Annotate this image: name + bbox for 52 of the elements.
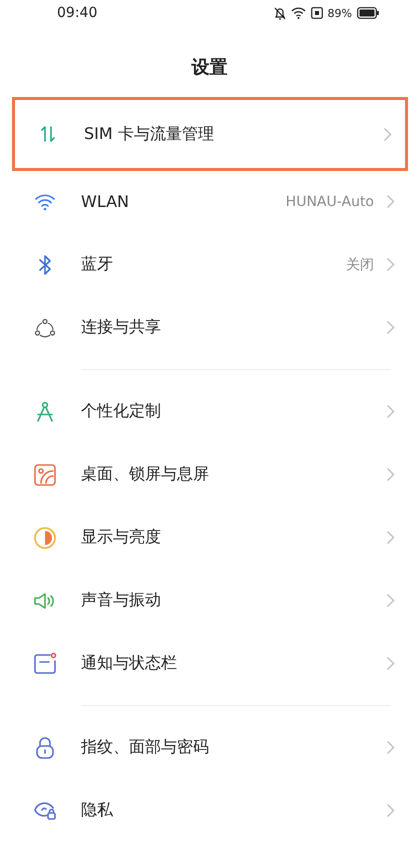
row-label: 连接与共享 bbox=[81, 317, 162, 338]
settings-row[interactable]: 隐私 bbox=[0, 779, 419, 842]
row-value: HUNAU-Auto bbox=[286, 194, 374, 210]
settings-row[interactable]: 桌面、锁屏与息屏 bbox=[0, 443, 419, 506]
battery-icon bbox=[357, 7, 379, 19]
share-nodes-icon bbox=[34, 318, 56, 338]
row-label: 声音与振动 bbox=[81, 590, 162, 611]
chevron-right-icon bbox=[383, 126, 392, 142]
wifi-icon bbox=[34, 192, 56, 210]
row-label: 桌面、锁屏与息屏 bbox=[81, 464, 210, 485]
battery-percent: 89% bbox=[328, 6, 352, 20]
row-label: 蓝牙 bbox=[81, 254, 114, 275]
row-label: SIM 卡与流量管理 bbox=[84, 124, 215, 144]
wifi-icon bbox=[290, 7, 306, 19]
row-label: WLAN bbox=[81, 192, 130, 211]
page-title: 设置 bbox=[192, 56, 228, 78]
chevron-right-icon bbox=[386, 593, 395, 608]
chevron-right-icon bbox=[386, 740, 395, 755]
chevron-right-icon bbox=[386, 656, 395, 671]
settings-row[interactable]: 蓝牙 关闭 bbox=[0, 233, 419, 296]
brightness-icon bbox=[33, 526, 57, 550]
chevron-right-icon bbox=[386, 257, 395, 272]
bluetooth-icon bbox=[37, 254, 53, 276]
settings-row[interactable]: 连接与共享 bbox=[0, 296, 419, 359]
row-label: 通知与状态栏 bbox=[81, 653, 178, 674]
compass-icon bbox=[34, 400, 56, 422]
chevron-right-icon bbox=[386, 320, 395, 335]
eye-lock-icon bbox=[33, 800, 57, 820]
row-label: 个性化定制 bbox=[81, 401, 162, 422]
settings-row[interactable]: WLAN HUNAU-Auto bbox=[0, 170, 419, 233]
row-value: 关闭 bbox=[346, 256, 374, 274]
settings-row[interactable]: 指纹、面部与密码 bbox=[0, 716, 419, 779]
chevron-right-icon bbox=[386, 803, 395, 818]
status-time: 09:40 bbox=[57, 5, 98, 21]
sim-icon bbox=[310, 7, 323, 19]
speaker-icon bbox=[33, 590, 57, 610]
settings-row[interactable]: 声音与振动 bbox=[0, 569, 419, 632]
chevron-right-icon bbox=[386, 404, 395, 419]
row-label: 显示与亮度 bbox=[81, 527, 162, 548]
lock-icon bbox=[34, 736, 56, 760]
bell-off-icon bbox=[274, 6, 286, 20]
chevron-right-icon bbox=[386, 530, 395, 545]
wallpaper-icon bbox=[33, 462, 57, 486]
chevron-right-icon bbox=[386, 194, 395, 209]
notification-panel-icon bbox=[33, 652, 57, 676]
row-label: 指纹、面部与密码 bbox=[81, 737, 210, 758]
highlighted-settings-row[interactable]: SIM 卡与流量管理 bbox=[12, 97, 408, 171]
row-label: 隐私 bbox=[81, 800, 114, 821]
settings-row[interactable]: 个性化定制 bbox=[0, 380, 419, 443]
chevron-right-icon bbox=[386, 467, 395, 482]
settings-row[interactable]: 通知与状态栏 bbox=[0, 632, 419, 695]
settings-row[interactable]: 显示与亮度 bbox=[0, 506, 419, 569]
